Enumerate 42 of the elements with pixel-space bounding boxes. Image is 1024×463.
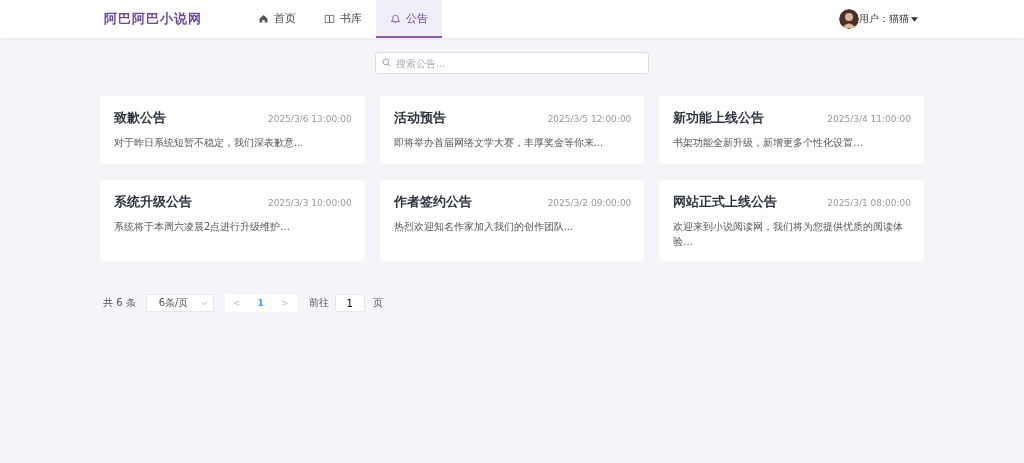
notice-summary: 热烈欢迎知名作家加入我们的创作团队... xyxy=(393,220,575,234)
user-avatar[interactable] xyxy=(839,9,859,29)
home-icon xyxy=(258,12,269,24)
notice-card[interactable]: 新功能上线公告 2025/3/4 11:00:00 书架功能全新升级，新增更多个性化设置... xyxy=(659,96,924,164)
notice-title: 致歉公告 xyxy=(114,110,166,127)
notice-card[interactable]: 系统升级公告 2025/3/3 10:00:00 系统将于本周六凌晨2点进行升级维护... xyxy=(100,180,365,261)
notice-title: 新功能上线公告 xyxy=(673,110,765,127)
notice-date: 2025/3/1 08:00:00 xyxy=(827,198,911,208)
notice-card[interactable]: 致歉公告 2025/3/6 13:00:00 对于昨日系统短暂不稳定，我们深表歉意... xyxy=(100,96,365,164)
goto-label: 前往 xyxy=(308,296,329,310)
notice-card[interactable]: 作者签约公告 2025/3/2 09:00:00 热烈欢迎知名作家加入我们的创作团队... xyxy=(379,180,645,261)
page-size-select[interactable]: 6条/页 xyxy=(145,294,214,312)
notice-summary: 对于昨日系统短暂不稳定，我们深表歉意... xyxy=(114,136,305,150)
page-jump-field[interactable]: 1 xyxy=(334,294,365,312)
total-count: 共 6 条 xyxy=(103,296,136,310)
search-field[interactable]: 搜索公告... xyxy=(375,52,649,74)
notice-date: 2025/3/4 11:00:00 xyxy=(827,114,911,124)
user-menu[interactable]: 用户：猫猫 xyxy=(859,12,918,26)
site-logo[interactable]: 阿巴阿巴小说网 xyxy=(104,10,244,28)
nav-tab[interactable]: 公告 xyxy=(376,0,442,38)
notice-date: 2025/3/5 12:00:00 xyxy=(547,114,632,124)
notice-date: 2025/3/3 10:00:00 xyxy=(267,198,352,208)
notice-summary: 即将举办首届网络文学大赛，丰厚奖金等你来... xyxy=(393,136,605,150)
notice-summary: 书架功能全新升级，新增更多个性化设置... xyxy=(673,136,864,150)
notice-date: 2025/3/6 13:00:00 xyxy=(267,114,352,124)
chevron-down-icon xyxy=(200,300,208,306)
notice-title: 网站正式上线公告 xyxy=(673,194,778,211)
notice-card[interactable]: 网站正式上线公告 2025/3/1 08:00:00 欢迎来到小说阅读网，我们将为您提供优质的阅读体验... xyxy=(659,180,924,261)
page-unit: 页 xyxy=(372,296,383,310)
notice-summary: 欢迎来到小说阅读网，我们将为您提供优质的阅读体验... xyxy=(673,220,905,249)
notice-title: 活动预告 xyxy=(393,110,446,127)
notice-title: 系统升级公告 xyxy=(114,194,192,211)
bell-icon xyxy=(390,12,401,24)
notice-summary: 系统将于本周六凌晨2点进行升级维护... xyxy=(114,220,291,234)
book-icon xyxy=(324,12,335,24)
notice-date: 2025/3/2 09:00:00 xyxy=(547,198,632,208)
nav-tab[interactable]: 首页 xyxy=(244,0,310,38)
search-icon xyxy=(382,58,391,67)
notice-title: 作者签约公告 xyxy=(393,194,472,211)
caret-icon xyxy=(911,16,918,22)
notice-card[interactable]: 活动预告 2025/3/5 12:00:00 即将举办首届网络文学大赛，丰厚奖金等你来... xyxy=(379,96,645,164)
nav-tab[interactable]: 书库 xyxy=(310,0,376,38)
